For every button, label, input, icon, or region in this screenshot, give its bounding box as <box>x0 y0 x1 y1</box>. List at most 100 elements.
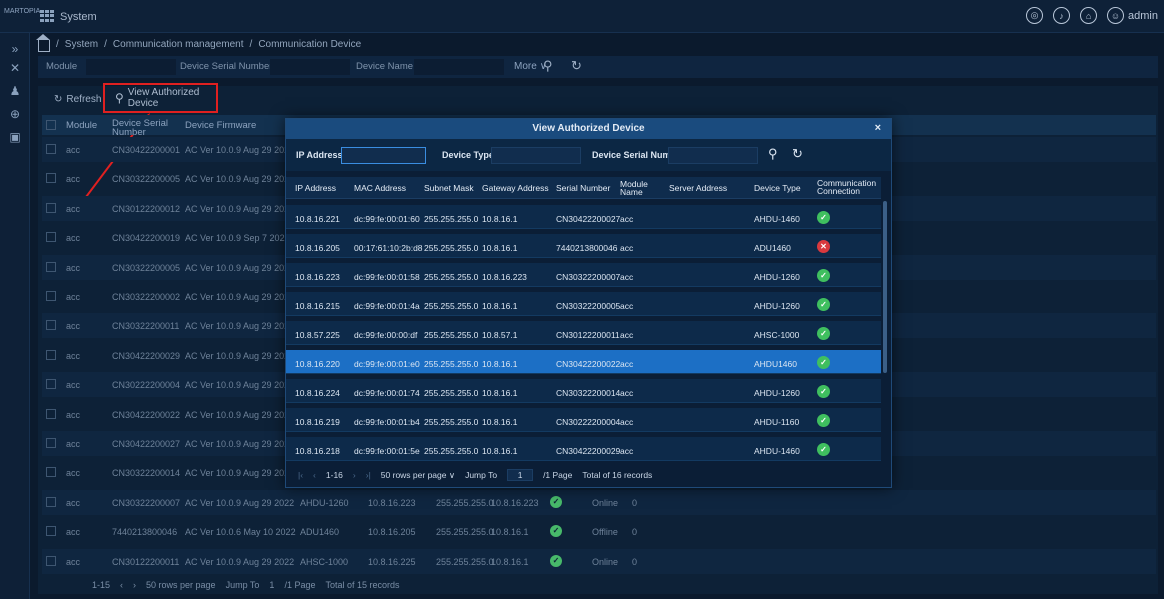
reset-icon[interactable]: ↻ <box>792 146 803 162</box>
col-subnet-mask[interactable]: Subnet Mask <box>424 184 474 193</box>
row-checkbox[interactable] <box>46 496 56 507</box>
col-communication-connection[interactable]: Communication Connection <box>817 179 879 196</box>
col-serial-number[interactable]: Serial Number <box>556 184 610 193</box>
cell-mask: 255.255.255.0 <box>424 417 479 427</box>
row-gateway: 10.8.16.1 <box>491 556 529 567</box>
row-checkbox[interactable] <box>46 438 56 448</box>
table-row[interactable]: acc CN30322200007 AC Ver 10.0.9 Aug 29 202… <box>42 489 1156 515</box>
tools-icon[interactable]: ✕ <box>7 60 23 76</box>
row-checkbox[interactable] <box>46 291 56 301</box>
table-row[interactable]: 10.8.16.219 dc:99:fe:00:01:b4 255.255.255.… <box>286 408 881 432</box>
reset-icon[interactable]: ↻ <box>571 58 582 74</box>
bell-icon[interactable]: ♪ <box>1053 7 1071 24</box>
col-mac-address[interactable]: MAC Address <box>354 184 406 193</box>
col-module[interactable]: Module <box>66 121 97 131</box>
cell-gw: 10.8.16.1 <box>482 214 518 224</box>
cell-gw: 10.8.16.1 <box>482 359 518 369</box>
pager-first-icon[interactable]: |‹ <box>298 470 303 480</box>
serial-filter-input[interactable] <box>270 59 350 75</box>
row-ip: 10.8.16.223 <box>368 497 416 508</box>
col-serial[interactable]: Device Serial Number <box>112 119 168 138</box>
row-checkbox[interactable] <box>46 144 56 154</box>
modal-pager-per-page[interactable]: 50 rows per page ∨ <box>381 470 455 481</box>
col-ip-address[interactable]: IP Address <box>295 184 336 193</box>
search-icon[interactable]: ⚲ <box>768 146 778 162</box>
more-filters-button[interactable]: More ∨ <box>514 61 547 72</box>
row-checkbox[interactable] <box>46 173 56 184</box>
row-checkbox[interactable] <box>46 526 56 537</box>
modal-scrollbar[interactable] <box>883 201 887 373</box>
breadcrumb-system[interactable]: System <box>65 39 98 50</box>
col-firmware[interactable]: Device Firmware <box>185 121 256 131</box>
col-device-type[interactable]: Device Type <box>754 184 801 193</box>
module-filter-input[interactable] <box>86 59 176 75</box>
pager-next-icon[interactable]: › <box>133 580 136 590</box>
pager-next-icon[interactable]: › <box>353 470 356 480</box>
device-icon[interactable]: ▣ <box>7 129 23 145</box>
table-row[interactable]: 10.8.16.205 00:17:61:10:2b:d8 255.255.255.… <box>286 234 881 258</box>
cell-module: acc <box>620 243 634 253</box>
row-checkbox[interactable] <box>46 349 56 360</box>
select-all-checkbox[interactable] <box>46 120 56 130</box>
search-icon[interactable]: ⚲ <box>543 58 553 74</box>
table-row[interactable]: acc 7440213800046 AC Ver 10.0.6 May 10 202… <box>42 519 1156 544</box>
pager-per-page[interactable]: 50 rows per page <box>146 580 216 590</box>
close-icon[interactable]: × <box>875 122 881 134</box>
cell-ip: 10.8.57.225 <box>295 330 340 340</box>
row-checkbox[interactable] <box>46 555 56 566</box>
col-gateway-address[interactable]: Gateway Address <box>482 184 549 193</box>
type-search-input[interactable] <box>491 147 581 164</box>
expand-icon[interactable]: » <box>7 41 23 57</box>
row-module: acc <box>66 321 81 332</box>
apps-grid-icon[interactable] <box>40 10 54 22</box>
table-row[interactable]: 10.8.16.224 dc:99:fe:00:01:74 255.255.255.… <box>286 379 881 403</box>
cell-mask: 255.255.255.0 <box>424 359 479 369</box>
table-row[interactable]: 10.8.16.218 dc:99:fe:00:01:5e 255.255.255.… <box>286 437 881 461</box>
cell-module: acc <box>620 272 634 282</box>
refresh-icon: ↻ <box>54 94 63 105</box>
table-row[interactable]: 10.8.16.223 dc:99:fe:00:01:58 255.255.255.… <box>286 263 881 287</box>
row-serial: CN30322200007 <box>112 497 181 508</box>
main-pager: 1-15 ‹ › 50 rows per page Jump To 1 /1 P… <box>92 580 400 590</box>
view-authorized-device-button[interactable]: ⚲ View Authorized Device <box>103 83 218 113</box>
pager-last-icon[interactable]: ›| <box>366 470 371 480</box>
table-row[interactable]: 10.8.16.215 dc:99:fe:00:01:4a 255.255.255.… <box>286 292 881 316</box>
pager-prev-icon[interactable]: ‹ <box>120 580 123 590</box>
ring-icon[interactable]: ◎ <box>1026 7 1044 24</box>
modal-search-bar: IP Address Device Type Device Serial Num… <box>286 139 891 171</box>
lock-icon[interactable]: ⌂ <box>1080 7 1098 24</box>
row-checkbox[interactable] <box>46 408 56 419</box>
network-icon[interactable]: ⊕ <box>7 106 23 122</box>
pager-page-input[interactable]: 1 <box>269 580 274 590</box>
system-title[interactable]: System <box>60 11 97 23</box>
col-server-address[interactable]: Server Address <box>669 184 727 193</box>
cell-gw: 10.8.16.1 <box>482 243 518 253</box>
app-logo[interactable]: MARTOPIA <box>4 8 40 16</box>
refresh-button[interactable]: ↻ Refresh <box>54 94 101 105</box>
admin-user-label[interactable]: admin <box>1128 10 1158 22</box>
row-checkbox[interactable] <box>46 202 56 213</box>
table-row[interactable]: 10.8.16.220 dc:99:fe:00:01:e0 255.255.255.… <box>286 350 881 374</box>
cell-type: AHDU-1160 <box>754 417 800 427</box>
home-icon[interactable] <box>36 33 50 52</box>
modal-pager-range: 1-16 <box>325 470 343 480</box>
users-icon[interactable]: ♟ <box>7 83 23 99</box>
pager-prev-icon[interactable]: ‹ <box>313 470 316 480</box>
table-row[interactable]: 10.8.16.221 dc:99:fe:00:01:60 255.255.255.… <box>286 205 881 229</box>
breadcrumb-comm-management[interactable]: Communication management <box>113 39 244 50</box>
row-checkbox[interactable] <box>46 467 56 478</box>
table-row[interactable]: acc CN30122200011 AC Ver 10.0.9 Aug 29 202… <box>42 548 1156 574</box>
name-filter-input[interactable] <box>414 59 504 75</box>
row-checkbox[interactable] <box>46 232 56 243</box>
col-module-name[interactable]: Module Name <box>620 180 650 197</box>
user-icon[interactable]: ☺ <box>1107 7 1125 24</box>
row-checkbox[interactable] <box>46 320 56 331</box>
serial-search-input[interactable] <box>668 147 758 164</box>
row-serial: CN30322200011 <box>112 321 180 332</box>
modal-pager-page-input[interactable]: 1 <box>507 469 534 481</box>
table-row[interactable]: 10.8.57.225 dc:99:fe:00:00:df 255.255.255.… <box>286 321 881 345</box>
filter-bar: Module Device Serial Number Device Name … <box>38 56 1158 78</box>
row-checkbox[interactable] <box>46 261 56 272</box>
ip-search-input[interactable] <box>341 147 426 164</box>
row-checkbox[interactable] <box>46 379 56 390</box>
